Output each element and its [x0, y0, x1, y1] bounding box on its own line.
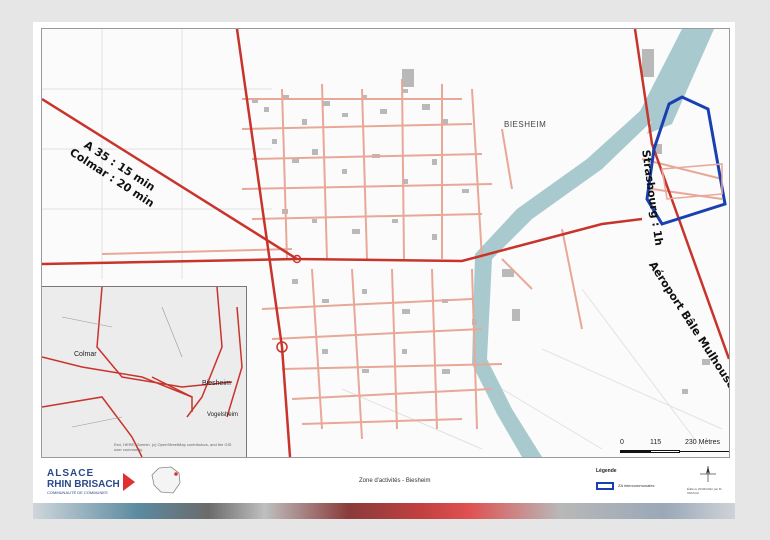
legend-title: Légende: [596, 468, 617, 474]
inset-canvas: [42, 287, 246, 457]
logo-arrow-icon: [123, 473, 135, 491]
inset-place-vogelsheim: Vogelsheim: [207, 412, 239, 418]
legend: Légende ZA intercommunales: [596, 468, 654, 490]
locator-inset-map[interactable]: Colmar Biesheim Vogelsheim Esri, HERE, G…: [42, 286, 247, 457]
scale-label-230: 230 Mètres: [685, 439, 721, 446]
map-frame[interactable]: A 35 : 15 min Colmar : 20 min Strasbourg…: [41, 28, 730, 458]
legend-zone-swatch: [596, 482, 614, 490]
edition-note: Édité le 22/06/2022 par M. ORIAGO: [687, 487, 723, 495]
rhin-brisach-logo: ALSACE RHIN BRISACH COMMUNAUTÉ DE COMMUN…: [47, 468, 135, 495]
scale-bar: 0 115 230 Mètres: [620, 439, 729, 457]
town-name: BIESHEIM: [504, 120, 547, 129]
north-arrow-icon: [699, 465, 717, 488]
inset-credit: Esri, HERE, Garmin, (c) OpenStreetMap co…: [114, 442, 232, 452]
scale-label-0: 0: [620, 439, 624, 446]
inset-place-colmar: Colmar: [74, 351, 97, 358]
color-band: [33, 503, 735, 519]
inset-place-biesheim: Biesheim: [202, 380, 231, 387]
france-map-icon: [149, 465, 183, 500]
map-footer: ALSACE RHIN BRISACH COMMUNAUTÉ DE COMMUN…: [41, 460, 728, 500]
legend-zone-label: ZA intercommunales: [618, 483, 655, 488]
map-title: Zone d'activités - Biesheim: [359, 478, 431, 484]
scale-label-115: 115: [650, 439, 662, 446]
